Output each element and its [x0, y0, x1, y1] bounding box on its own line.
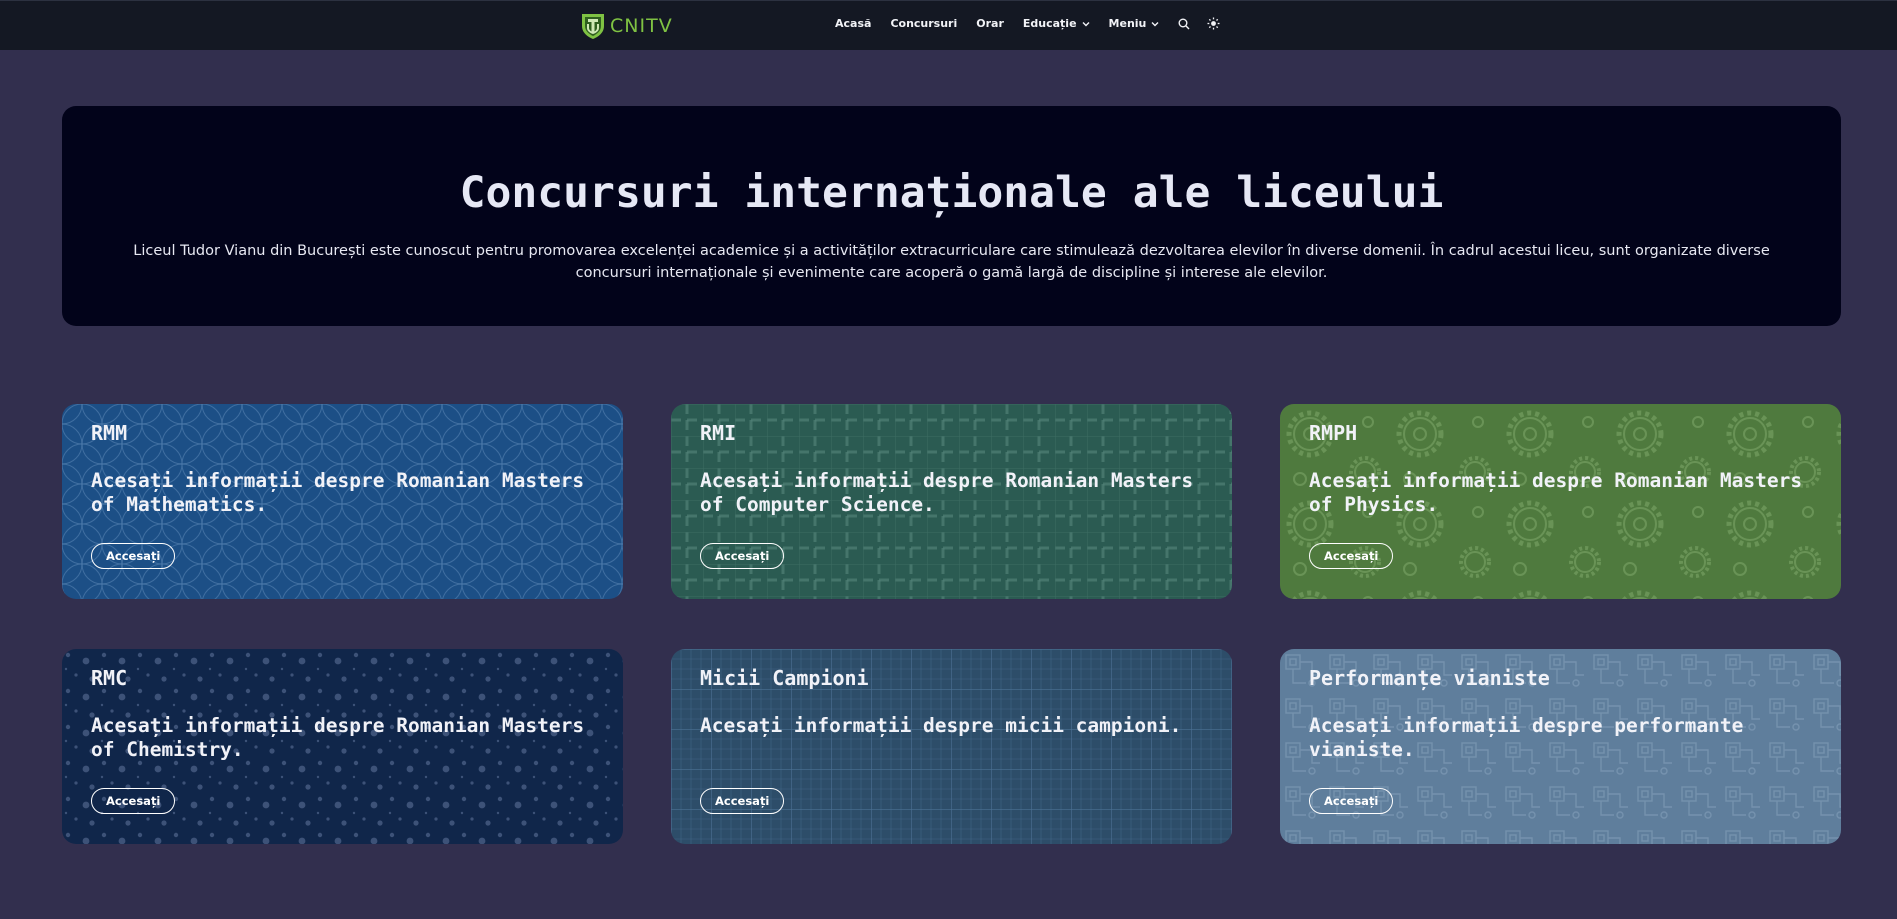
access-button[interactable]: Accesați [1309, 543, 1394, 569]
site-logo[interactable]: CNITV [580, 12, 673, 40]
nav-label: Orar [976, 17, 1004, 30]
nav-item-orar[interactable]: Orar [976, 17, 1004, 30]
card-description: Acesați informații despre Romanian Maste… [700, 469, 1194, 516]
main-nav: Acasă Concursuri Orar Educație Meniu [835, 17, 1237, 30]
card-description: Acesați informații despre performante vi… [1309, 714, 1744, 761]
top-navbar: CNITV Acasă Concursuri Orar Educație Men… [0, 0, 1897, 50]
competition-card-rmc[interactable]: RMC Acesați informații despre Romanian M… [62, 649, 623, 844]
competition-card-performante-vianiste[interactable]: Performanțe vianiste Acesați informații … [1280, 649, 1841, 844]
card-description: Acesați informații despre Romanian Maste… [1309, 469, 1803, 516]
nav-label: Acasă [835, 17, 872, 30]
chevron-down-icon [1082, 21, 1090, 26]
hero-banner: Concursuri internaționale ale liceului L… [62, 106, 1841, 326]
card-description: Acesați informații despre micii campioni… [700, 714, 1182, 737]
competition-card-rmm[interactable]: RMM Acesați informații despre Romanian M… [62, 404, 623, 599]
hero-description: Liceul Tudor Vianu din București este cu… [133, 243, 1770, 281]
competition-card-micii-campioni[interactable]: Micii Campioni Acesați informații despre… [671, 649, 1232, 844]
card-description: Acesați informații despre Romanian Maste… [91, 714, 585, 761]
nav-label: Concursuri [890, 17, 958, 30]
access-button[interactable]: Accesați [91, 543, 176, 569]
card-title: Micii Campioni [700, 666, 869, 690]
search-icon [1178, 18, 1190, 29]
competition-card-rmi[interactable]: RMI Acesați informații despre Romanian M… [671, 404, 1232, 599]
nav-item-educatie[interactable]: Educație [1023, 17, 1090, 30]
access-button[interactable]: Accesați [91, 788, 176, 814]
nav-label: Meniu [1108, 17, 1147, 30]
shield-logo-icon [582, 14, 604, 39]
access-button[interactable]: Accesați [700, 543, 785, 569]
chevron-down-icon [1151, 21, 1159, 26]
access-button[interactable]: Accesați [700, 788, 785, 814]
card-description: Acesați informații despre Romanian Maste… [91, 469, 585, 516]
nav-label: Educație [1022, 17, 1077, 30]
search-button[interactable] [1178, 18, 1190, 30]
card-title: RMM [91, 421, 128, 445]
page-title: Concursuri internaționale ale liceului [459, 168, 1444, 218]
theme-toggle-button[interactable] [1207, 17, 1220, 30]
card-title: RMC [91, 666, 128, 690]
competition-card-rmph[interactable]: RMPH Acesați informații despre Romanian … [1280, 404, 1841, 599]
sun-icon [1207, 17, 1220, 30]
card-title: Performanțe vianiste [1309, 666, 1550, 690]
nav-item-meniu[interactable]: Meniu [1109, 17, 1160, 30]
access-button[interactable]: Accesați [1309, 788, 1394, 814]
logo-text: CNITV [610, 15, 673, 37]
card-title: RMPH [1309, 421, 1358, 445]
card-title: RMI [700, 421, 737, 445]
nav-item-acasa[interactable]: Acasă [835, 17, 871, 30]
nav-item-concursuri[interactable]: Concursuri [890, 17, 957, 30]
